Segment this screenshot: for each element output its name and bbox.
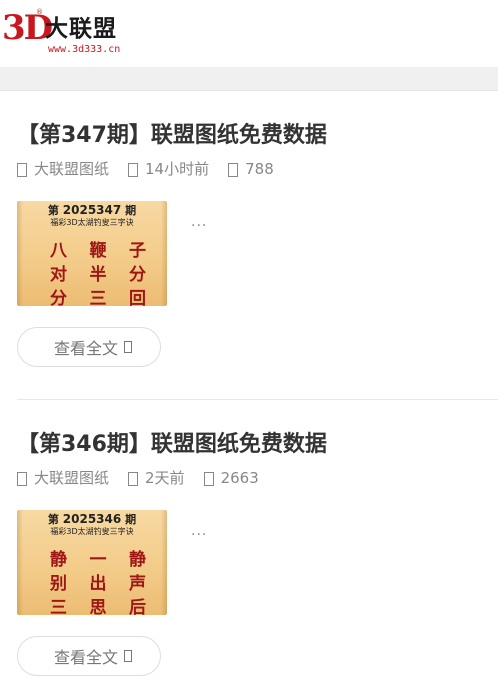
article-thumbnail[interactable]: 第 2025346 期 福彩3D太湖钓叟三字诀 静 一 静 别 出 声 三 思 … — [17, 510, 167, 615]
verse-char: 声 — [129, 574, 146, 594]
article-excerpt: ... — [191, 523, 208, 539]
verse-char: 三 — [50, 598, 67, 615]
verse-char: 思 — [89, 598, 107, 615]
verse-row: 分 三 回 — [50, 287, 146, 306]
thumbnail-subtitle: 福彩3D太湖钓叟三字诀 — [50, 527, 134, 536]
article-card: 【第346期】联盟图纸免费数据 大联盟图纸 2天前 2663 第 2025346… — [0, 430, 498, 690]
thumbnail-issue-prefix: 第 — [47, 204, 59, 217]
clock-icon — [128, 472, 139, 486]
eye-icon — [203, 472, 214, 486]
thumbnail-issue-number: 2025346 — [62, 512, 122, 526]
header-band — [0, 67, 498, 91]
article-views: 2663 — [203, 467, 259, 489]
article-thumbnail[interactable]: 第 2025347 期 福彩3D太湖钓叟三字诀 八 鞭 子 对 半 分 分 三 … — [17, 201, 167, 306]
logo-name: 大联盟 — [45, 16, 117, 42]
article-meta: 大联盟图纸 2天前 2663 — [17, 467, 278, 489]
thumbnail-issue: 第 2025346 期 — [17, 512, 167, 527]
article-views-label: 788 — [245, 160, 274, 178]
article-time-label: 2天前 — [145, 469, 185, 487]
verse-char: 半 — [89, 265, 107, 285]
article-time-label: 14小时前 — [145, 160, 210, 178]
article-card: 【第347期】联盟图纸免费数据 大联盟图纸 14小时前 788 第 202534… — [0, 121, 498, 381]
verse-char: 回 — [129, 289, 146, 306]
article-title[interactable]: 【第347期】联盟图纸免费数据 — [17, 121, 327, 151]
verse-char: 分 — [50, 289, 67, 306]
verse-char: 后 — [129, 598, 146, 615]
folder-icon — [17, 472, 27, 486]
thumbnail-issue-suffix: 期 — [125, 513, 137, 526]
read-more-label: 查看全文 — [53, 339, 118, 358]
article-category-label: 大联盟图纸 — [34, 160, 110, 178]
verse-row: 别 出 声 — [50, 572, 146, 596]
verse-row: 对 半 分 — [50, 263, 146, 287]
thumbnail-issue-suffix: 期 — [125, 204, 137, 217]
site-header: 3D ® 大联盟 www.3d333.cn — [0, 0, 498, 67]
verse-row: 静 一 静 — [50, 548, 146, 572]
eye-icon — [228, 163, 239, 177]
verse-char: 分 — [129, 265, 146, 285]
verse-row: 八 鞭 子 — [50, 239, 146, 263]
article-divider — [17, 399, 498, 400]
thumbnail-issue-prefix: 第 — [47, 513, 59, 526]
article-time: 2天前 — [128, 467, 185, 489]
verse-char: 一 — [89, 550, 107, 570]
verse-char: 三 — [89, 289, 107, 306]
chevron-right-icon — [124, 341, 132, 353]
read-more-label: 查看全文 — [53, 648, 118, 667]
thumbnail-issue: 第 2025347 期 — [17, 203, 167, 218]
logo-url: www.3d333.cn — [48, 44, 121, 55]
article-excerpt: ... — [191, 214, 208, 230]
clock-icon — [128, 163, 139, 177]
site-logo[interactable]: 3D ® 大联盟 www.3d333.cn — [0, 6, 150, 58]
verse-char: 对 — [50, 265, 67, 285]
thumbnail-verse: 八 鞭 子 对 半 分 分 三 回 — [50, 239, 146, 306]
verse-row: 三 思 后 — [50, 596, 146, 615]
logo-mark: 3D — [2, 8, 53, 48]
article-title[interactable]: 【第346期】联盟图纸免费数据 — [17, 430, 327, 460]
verse-char: 子 — [129, 241, 146, 261]
article-views: 788 — [228, 158, 274, 180]
logo-registered-mark: ® — [36, 8, 43, 16]
verse-char: 鞭 — [89, 241, 107, 261]
article-time: 14小时前 — [128, 158, 209, 180]
verse-char: 八 — [50, 241, 67, 261]
article-category[interactable]: 大联盟图纸 — [17, 467, 109, 489]
thumbnail-verse: 静 一 静 别 出 声 三 思 后 — [50, 548, 146, 615]
thumbnail-issue-number: 2025347 — [62, 203, 122, 217]
folder-icon — [17, 163, 27, 177]
article-meta: 大联盟图纸 14小时前 788 — [17, 158, 293, 180]
verse-char: 别 — [50, 574, 67, 594]
article-category-label: 大联盟图纸 — [34, 469, 110, 487]
read-more-button[interactable]: 查看全文 — [17, 636, 161, 676]
article-views-label: 2663 — [220, 469, 259, 487]
read-more-button[interactable]: 查看全文 — [17, 327, 161, 367]
verse-char: 静 — [50, 550, 67, 570]
thumbnail-subtitle: 福彩3D太湖钓叟三字诀 — [50, 218, 134, 227]
verse-char: 静 — [129, 550, 146, 570]
verse-char: 出 — [89, 574, 107, 594]
article-category[interactable]: 大联盟图纸 — [17, 158, 109, 180]
chevron-right-icon — [124, 650, 132, 662]
